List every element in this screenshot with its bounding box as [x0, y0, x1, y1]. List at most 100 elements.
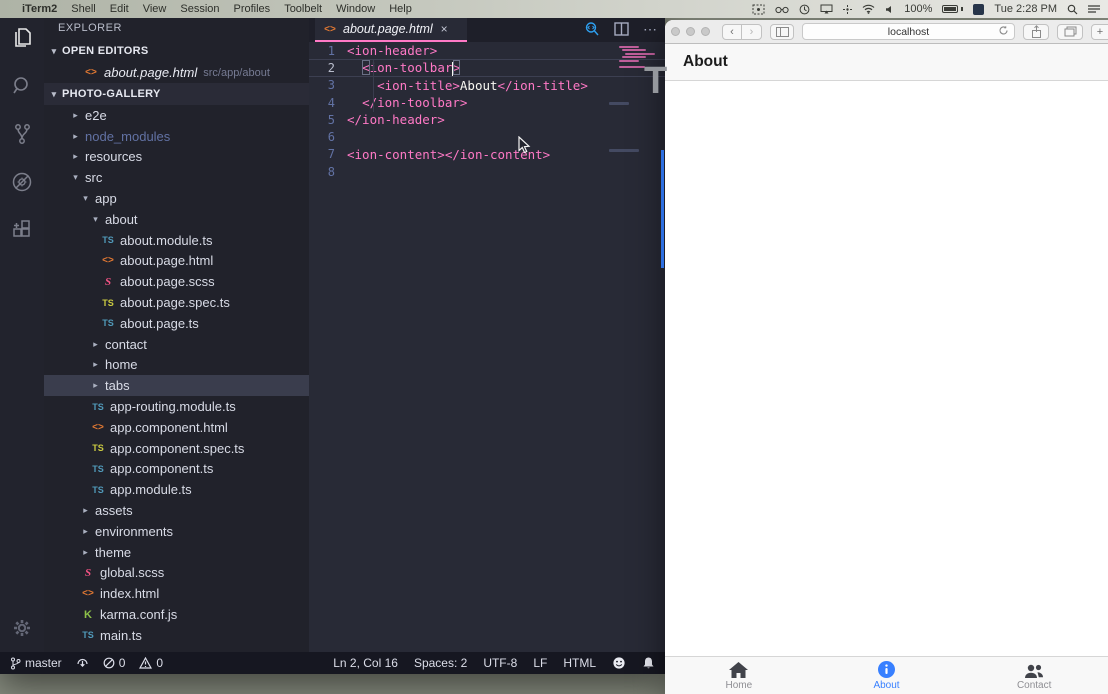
address-bar-url: localhost: [888, 26, 929, 38]
new-tab-button[interactable]: +: [1091, 24, 1108, 40]
tree-file-about.page.scss[interactable]: Sabout.page.scss: [44, 271, 309, 292]
app-tab-home[interactable]: Home: [665, 657, 813, 694]
warnings-status[interactable]: 0: [139, 656, 163, 670]
chevron-right-icon: ▸: [71, 151, 80, 162]
notification-center-icon[interactable]: [1088, 5, 1100, 14]
menu-item-edit[interactable]: Edit: [110, 3, 129, 15]
menu-item-view[interactable]: View: [143, 3, 167, 15]
split-editor-icon[interactable]: [614, 22, 629, 36]
tree-folder-resources[interactable]: ▸resources: [44, 147, 309, 168]
tree-file-app-routing.module.ts[interactable]: TSapp-routing.module.ts: [44, 396, 309, 417]
cursor-position-status[interactable]: Ln 2, Col 16: [333, 656, 398, 670]
menu-item-help[interactable]: Help: [389, 3, 412, 15]
tree-file-about.page.spec.ts[interactable]: TSabout.page.spec.ts: [44, 292, 309, 313]
sidebar-toggle-button[interactable]: [770, 24, 794, 40]
menu-app-name[interactable]: iTerm2: [22, 3, 57, 15]
app-tab-label: Contact: [1017, 680, 1051, 691]
ghost-text-artifact: T: [644, 60, 667, 103]
tree-folder-environments[interactable]: ▸environments: [44, 521, 309, 542]
app-tab-contact[interactable]: Contact: [960, 657, 1108, 694]
safari-traffic-lights[interactable]: [671, 27, 710, 36]
tree-file-index.html[interactable]: <>index.html: [44, 583, 309, 604]
reload-icon[interactable]: [998, 25, 1009, 39]
menu-item-session[interactable]: Session: [180, 3, 219, 15]
tree-folder-contact[interactable]: ▸contact: [44, 334, 309, 355]
tree-folder-about[interactable]: ▾about: [44, 209, 309, 230]
tree-folder-src[interactable]: ▾src: [44, 167, 309, 188]
notifications-bell-icon[interactable]: [642, 656, 655, 670]
errors-status[interactable]: 0: [103, 656, 126, 670]
tree-file-main.ts[interactable]: TSmain.ts: [44, 625, 309, 646]
tree-folder-tabs[interactable]: ▸tabs: [44, 375, 309, 396]
tree-file-app.module.ts[interactable]: TSapp.module.ts: [44, 479, 309, 500]
tree-file-app.component.html[interactable]: <>app.component.html: [44, 417, 309, 438]
close-window-button[interactable]: [671, 27, 680, 36]
open-preview-icon[interactable]: [584, 21, 600, 37]
tree-file-global.scss[interactable]: Sglobal.scss: [44, 563, 309, 584]
ts-file-icon: TS: [91, 485, 105, 495]
tree-file-karma.conf.js[interactable]: Kkarma.conf.js: [44, 604, 309, 625]
tree-folder-assets[interactable]: ▸assets: [44, 500, 309, 521]
wifi-icon[interactable]: [862, 4, 875, 14]
chevron-down-icon: ▾: [49, 89, 59, 100]
tree-file-app.component.spec.ts[interactable]: TSapp.component.spec.ts: [44, 438, 309, 459]
glasses-icon[interactable]: [775, 5, 789, 14]
minimize-window-button[interactable]: [686, 27, 695, 36]
settings-gear-icon[interactable]: [10, 616, 34, 640]
feedback-smiley-icon[interactable]: [612, 656, 626, 670]
code-line-1[interactable]: 1<ion-header>: [309, 42, 665, 59]
menu-item-profiles[interactable]: Profiles: [234, 3, 271, 15]
tree-file-about.page.html[interactable]: <>about.page.html: [44, 251, 309, 272]
menu-item-toolbelt[interactable]: Toolbelt: [284, 3, 322, 15]
address-bar[interactable]: localhost: [802, 23, 1015, 40]
tree-folder-theme[interactable]: ▸theme: [44, 542, 309, 563]
project-header[interactable]: ▾ PHOTO-GALLERY: [44, 83, 309, 105]
code-editor[interactable]: 1<ion-header>2 <ion-toolbar>3 <ion-title…: [309, 42, 665, 652]
tree-file-about.page.ts[interactable]: TSabout.page.ts: [44, 313, 309, 334]
tab-about-page-html[interactable]: <> about.page.html ×: [315, 16, 467, 42]
tree-file-app.component.ts[interactable]: TSapp.component.ts: [44, 459, 309, 480]
search-icon[interactable]: [10, 74, 34, 98]
debug-icon[interactable]: [10, 170, 34, 194]
share-button[interactable]: [1023, 24, 1049, 40]
language-mode-status[interactable]: HTML: [563, 656, 596, 670]
tree-folder-node_modules[interactable]: ▸node_modules: [44, 126, 309, 147]
keyboard-brightness-icon[interactable]: [843, 5, 852, 14]
source-control-icon[interactable]: [10, 122, 34, 146]
eol-status[interactable]: LF: [533, 656, 547, 670]
spotlight-icon[interactable]: [1067, 4, 1078, 15]
back-button[interactable]: ‹: [722, 24, 742, 40]
volume-icon[interactable]: [885, 5, 894, 14]
tree-folder-app[interactable]: ▾app: [44, 188, 309, 209]
sync-status[interactable]: [76, 657, 89, 670]
code-line-2[interactable]: 2 <ion-toolbar>: [309, 59, 665, 76]
airplay-icon[interactable]: [820, 4, 833, 14]
menubar-app-icon[interactable]: [973, 4, 984, 15]
code-line-3[interactable]: 3 <ion-title>About</ion-title>: [309, 77, 665, 94]
explorer-icon[interactable]: [10, 26, 34, 50]
indentation-status[interactable]: Spaces: 2: [414, 656, 467, 670]
code-line-8[interactable]: 8: [309, 163, 665, 180]
code-line-5[interactable]: 5</ion-header>: [309, 111, 665, 128]
menu-item-window[interactable]: Window: [336, 3, 375, 15]
clock-status-icon[interactable]: [799, 4, 810, 15]
menubar-clock[interactable]: Tue 2:28 PM: [994, 3, 1057, 15]
close-tab-icon[interactable]: ×: [441, 22, 448, 36]
menu-item-shell[interactable]: Shell: [71, 3, 95, 15]
open-editors-header[interactable]: ▾ OPEN EDITORS: [44, 40, 309, 62]
open-editor-item[interactable]: <> about.page.html src/app/about: [44, 62, 309, 83]
tree-folder-home[interactable]: ▸home: [44, 355, 309, 376]
tab-overview-button[interactable]: [1057, 24, 1083, 40]
app-tab-about[interactable]: About: [813, 657, 961, 694]
ts-file-icon: TS: [101, 318, 115, 328]
zoom-window-button[interactable]: [701, 27, 710, 36]
more-actions-icon[interactable]: ⋯: [643, 21, 657, 38]
encoding-status[interactable]: UTF-8: [483, 656, 517, 670]
screenshot-icon[interactable]: [752, 4, 765, 15]
extensions-icon[interactable]: [10, 218, 34, 242]
forward-button[interactable]: ›: [742, 24, 762, 40]
tree-folder-e2e[interactable]: ▸e2e: [44, 105, 309, 126]
code-line-6[interactable]: 6: [309, 128, 665, 145]
tree-file-about.module.ts[interactable]: TSabout.module.ts: [44, 230, 309, 251]
git-branch-status[interactable]: master: [10, 656, 62, 670]
